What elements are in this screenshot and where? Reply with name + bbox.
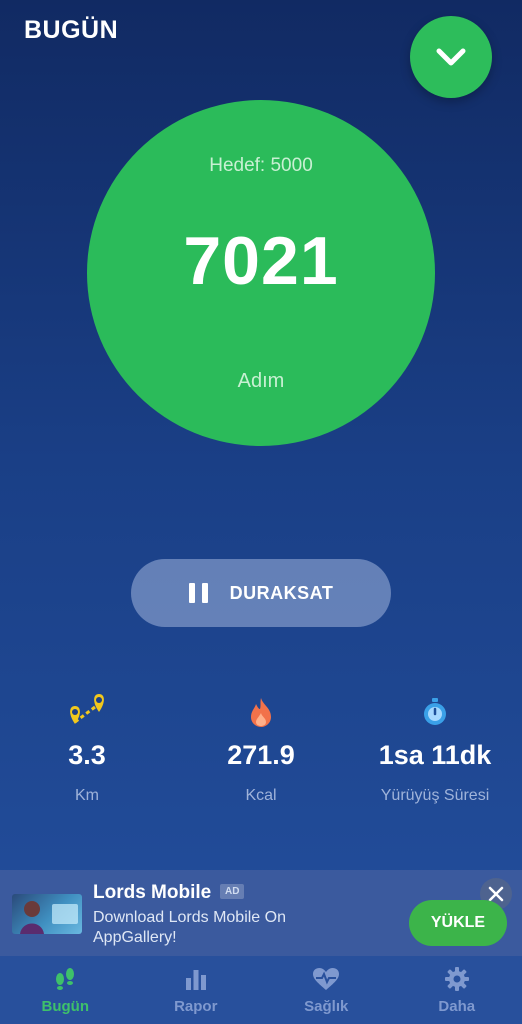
bottom-nav: Bugün Rapor Sağlık Daha	[0, 956, 522, 1024]
stat-distance-value: 3.3	[68, 740, 106, 770]
pause-button-label: DURAKSAT	[229, 582, 334, 603]
stat-duration: 1sa 11dk Yürüyüş Süresi	[348, 692, 522, 805]
stat-duration-label: Yürüyüş Süresi	[380, 787, 490, 804]
nav-item-health-label: Sağlık	[304, 998, 349, 1015]
stopwatch-icon	[424, 698, 446, 725]
stat-distance: 3.3 Km	[0, 692, 174, 805]
ad-title: Lords Mobile	[93, 882, 212, 903]
stat-distance-label: Km	[75, 787, 99, 804]
footprints-icon	[56, 968, 75, 990]
nav-item-health[interactable]: Sağlık	[261, 956, 392, 1024]
stat-calories-value: 271.9	[227, 740, 295, 770]
flame-icon	[251, 698, 271, 727]
step-count: 7021	[183, 223, 339, 299]
gear-icon	[444, 967, 469, 991]
ad-thumbnail	[12, 894, 82, 934]
page-title: BUGÜN	[24, 16, 119, 44]
nav-item-more-label: Daha	[438, 998, 476, 1015]
route-icon	[70, 694, 104, 724]
nav-item-today-label: Bugün	[41, 998, 89, 1015]
ad-install-button[interactable]: YÜKLE	[409, 900, 507, 946]
heart-pulse-icon	[313, 968, 340, 990]
ad-badge: AD	[220, 884, 245, 899]
pause-button[interactable]: DURAKSAT	[131, 559, 391, 627]
ad-description: Download Lords Mobile On AppGallery!	[93, 909, 286, 946]
stat-calories-label: Kcal	[245, 787, 277, 804]
collapse-button[interactable]	[410, 16, 492, 98]
chevron-down-icon	[436, 48, 466, 66]
nav-item-more[interactable]: Daha	[392, 956, 522, 1024]
nav-item-today[interactable]: Bugün	[0, 956, 131, 1024]
close-icon	[488, 886, 504, 902]
stat-calories: 271.9 Kcal	[174, 692, 348, 805]
goal-label: Hedef: 5000	[209, 155, 313, 176]
ad-banner[interactable]: Lords Mobile AD Download Lords Mobile On…	[0, 870, 522, 956]
stat-duration-value: 1sa 11dk	[378, 740, 492, 770]
pause-icon	[188, 583, 208, 603]
bar-chart-icon	[185, 970, 206, 990]
nav-item-report-label: Rapor	[174, 998, 218, 1015]
step-unit: Adım	[237, 370, 285, 392]
nav-item-report[interactable]: Rapor	[131, 956, 262, 1024]
